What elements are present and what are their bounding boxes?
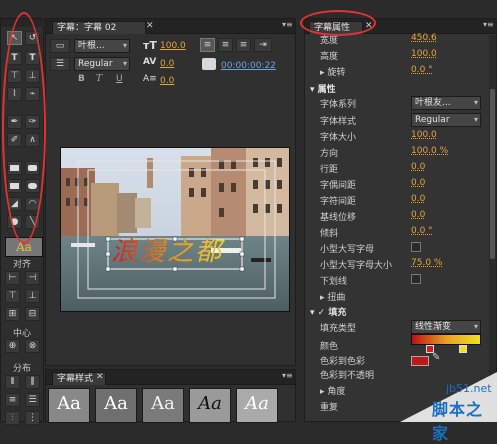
section-fill[interactable]: ▾ ✓ 填充 [310, 303, 495, 319]
font-style-dropdown[interactable]: Regular [74, 57, 130, 71]
distribute-bottom-button[interactable]: ⋮ [25, 411, 40, 425]
watermark-name: 脚本之家 [432, 400, 484, 443]
panel-menu-icon[interactable]: ▾≡ [282, 371, 293, 380]
align-center-button[interactable]: ⊣ [25, 271, 40, 285]
title-canvas[interactable]: 浪漫之都 [60, 147, 290, 312]
style-swatch[interactable]: Aa [236, 388, 278, 423]
align-right-text-button[interactable]: ≡ [236, 38, 251, 52]
prop-row-rotation[interactable]: ▸ 旋转 0.0 ° [310, 63, 495, 79]
center-vertical-button[interactable]: ⊗ [25, 339, 40, 353]
prop-row-small-caps-size[interactable]: 小型大写字母大小 75.0 % [310, 256, 495, 272]
fill-checkbox-icon[interactable]: ✓ [318, 308, 329, 318]
align-label: 对齐 [13, 260, 32, 270]
center-label: 中心 [13, 329, 32, 339]
align-center-text-button[interactable]: ≡ [218, 38, 233, 52]
close-icon[interactable]: ✕ [96, 372, 104, 382]
collapse-arrow-icon[interactable]: ▾ [310, 85, 318, 95]
distribute-middle-button[interactable]: ⫶ [5, 411, 20, 425]
center-horizontal-button[interactable]: ⊕ [5, 339, 20, 353]
underline-icon[interactable]: U [116, 74, 123, 84]
close-icon[interactable]: ✕ [146, 21, 154, 31]
panel-menu-icon[interactable]: ▾≡ [282, 20, 293, 29]
prop-row-leading[interactable]: 行距 0.0 [310, 160, 495, 176]
gradient-bar[interactable] [411, 334, 481, 345]
distribute-top-button[interactable]: ☰ [25, 393, 40, 407]
panel-menu-icon[interactable]: ▾≡ [483, 20, 494, 29]
venice-video-frame [61, 148, 289, 311]
collapse-arrow-icon[interactable]: ▾ [310, 308, 318, 318]
annotation-ellipse-properties-tab [300, 10, 376, 36]
italic-icon[interactable]: T [96, 74, 102, 84]
align-middle-button[interactable]: ⊞ [5, 307, 20, 321]
prop-font-style-dropdown[interactable]: Regular [411, 113, 481, 127]
section-properties[interactable]: ▾ 属性 [310, 80, 495, 96]
prop-row-aspect[interactable]: 方向 100.0 % [310, 144, 495, 160]
font-family-dropdown[interactable]: 叶根... [74, 39, 130, 53]
style-swatch[interactable]: Aa [48, 388, 90, 423]
font-size-value[interactable]: 100.0 [160, 41, 186, 51]
underline-checkbox[interactable] [411, 274, 421, 284]
align-bottom-button[interactable]: ⊥ [25, 289, 40, 303]
styles-panel: 字幕样式 ✕ ▾≡ Aa Aa Aa Aa Aa [45, 369, 296, 423]
prop-row-tracking[interactable]: 字符间距 0.0 [310, 192, 495, 208]
style-swatch[interactable]: Aa [142, 388, 184, 423]
timecode-value[interactable]: 00:00:00:22 [221, 61, 276, 71]
align-left-text-button[interactable]: ≡ [200, 38, 215, 52]
prop-row-distort[interactable]: ▸ 扭曲 [310, 288, 495, 304]
tab-title[interactable]: 字幕：字幕 02 [52, 21, 146, 34]
kerning-icon: AV [143, 57, 157, 67]
font-size-icon: ᴛT [143, 39, 157, 52]
prop-row-underline[interactable]: 下划线 [310, 272, 495, 288]
prop-row-height[interactable]: 高度 100.0 [310, 47, 495, 63]
prop-row-kerning[interactable]: 字偶间距 0.0 [310, 176, 495, 192]
watermark: jb51.net 脚本之家 [360, 372, 497, 443]
tab-stops-button[interactable]: ⇥ [254, 38, 272, 52]
align-top-button[interactable]: ⊤ [5, 289, 20, 303]
color-swatch[interactable] [411, 356, 429, 366]
prop-row-small-caps[interactable]: 小型大写字母 [310, 240, 495, 256]
distribute-center-button[interactable]: ⫼ [25, 375, 40, 389]
eyedropper-icon[interactable]: ✎ [432, 352, 440, 363]
distribute-left-button[interactable]: ⫴ [5, 375, 20, 389]
prop-row-font-size[interactable]: 字体大小 100.0 [310, 128, 495, 144]
fill-type-dropdown[interactable]: 线性渐变 [411, 320, 481, 334]
align-left-button[interactable]: ⊢ [5, 271, 20, 285]
distribute-right-button[interactable]: ≡ [5, 393, 20, 407]
canvas-title-text[interactable]: 浪漫之都 [111, 235, 241, 269]
timecode-icon [202, 58, 216, 70]
bilingual-toggle-button[interactable]: ▭ [50, 39, 70, 53]
align-right-button[interactable]: ⊟ [25, 307, 40, 321]
distribute-label: 分布 [13, 364, 32, 374]
title-panel: 字幕：字幕 02 ✕ ▾≡ ▭ 叶根... ᴛT 100.0 ≡ ≡ ≡ ⇥ ☰… [45, 18, 296, 366]
leading-icon: A≡ [143, 74, 157, 84]
kerning-value[interactable]: 0.0 [160, 59, 174, 69]
leading-value[interactable]: 0.0 [160, 76, 174, 86]
template-button[interactable]: ☰ [50, 57, 70, 71]
prop-row-slant[interactable]: 倾斜 0.0 ° [310, 224, 495, 240]
prop-row-baseline[interactable]: 基线位移 0.0 [310, 208, 495, 224]
small-caps-checkbox[interactable] [411, 242, 421, 252]
bold-icon[interactable]: B [78, 74, 85, 84]
style-swatch[interactable]: Aa [95, 388, 137, 423]
prop-font-family-dropdown[interactable]: 叶根友... [411, 96, 481, 110]
style-swatch[interactable]: Aa [189, 388, 231, 423]
watermark-site: jb51.net [446, 382, 492, 395]
annotation-ellipse-toolbar [2, 12, 46, 244]
